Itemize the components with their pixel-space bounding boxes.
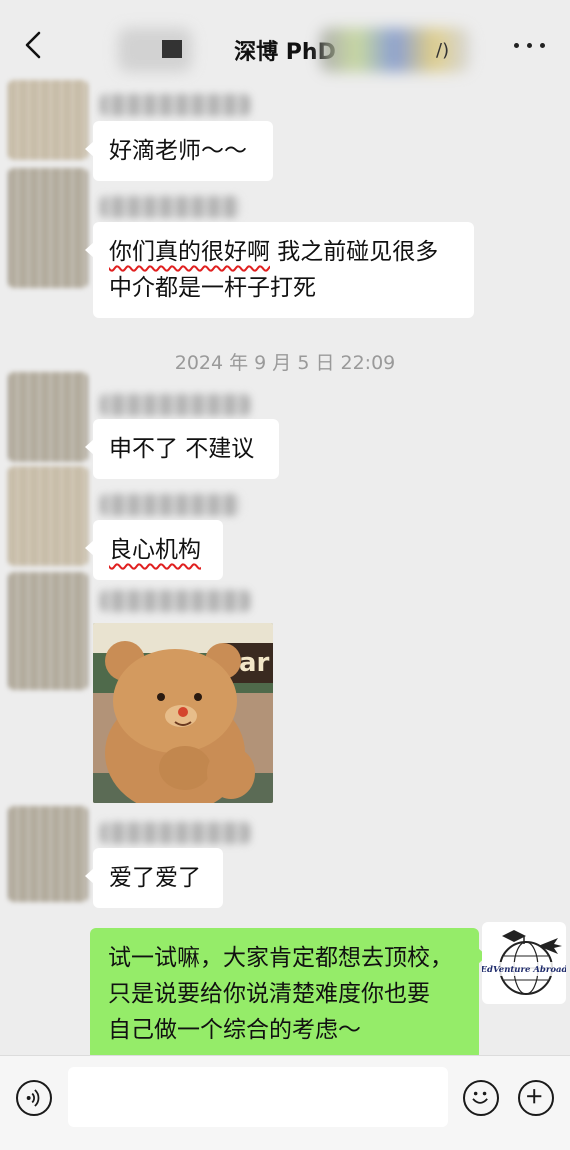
- my-message-bubble[interactable]: 试一试嘛，大家肯定都想去顶校， 只是说要给你说清楚难度你也要 自己做一个综合的考…: [90, 928, 487, 1060]
- avatar[interactable]: [8, 466, 88, 566]
- message-text: 中介都是一杆子打死: [109, 275, 316, 301]
- message-text-underlined: 良心机构: [109, 537, 201, 563]
- logo-text: EdVenture Abroad: [482, 965, 566, 975]
- message-bubble[interactable]: 良心机构: [85, 520, 223, 580]
- message-text: 好滴老师～～: [109, 138, 247, 164]
- sender-name: [100, 494, 240, 516]
- plus-sign-icon: [527, 1089, 542, 1104]
- avatar[interactable]: [8, 572, 88, 690]
- message-bubble[interactable]: 你们真的很好啊 我之前碰见很多 中介都是一杆子打死: [85, 222, 474, 318]
- timestamp: 2024 年 9 月 5 日 22:09: [174, 352, 396, 374]
- message-text: 试一试嘛，大家肯定都想去顶校，: [108, 945, 453, 971]
- message-text: 爱了爱了: [109, 865, 201, 891]
- message-text: 自己做一个综合的考虑～: [108, 1017, 361, 1043]
- message-bubble[interactable]: 好滴老师～～: [85, 121, 273, 181]
- voice-wave-icon: [26, 1089, 40, 1107]
- chat-title: 深博 PhD: [234, 40, 336, 65]
- sender-name: [100, 590, 250, 612]
- sticker-sign-text: ar: [239, 648, 270, 678]
- message-text-underlined: 你们真的很好啊: [109, 239, 270, 265]
- message-text: 只是说要给你说清楚难度你也要: [108, 981, 430, 1007]
- message-input[interactable]: [68, 1067, 448, 1127]
- smiley-face-icon: [472, 1091, 488, 1104]
- sender-name: [100, 822, 250, 844]
- emoji-icon[interactable]: [463, 1080, 499, 1116]
- globe-logo-icon: EdVenture Abroad: [482, 930, 566, 995]
- sender-name: [100, 196, 240, 218]
- input-bar: [0, 1055, 570, 1150]
- message-text: 我之前碰见很多: [270, 239, 439, 265]
- sender-name: [100, 394, 250, 416]
- voice-icon[interactable]: [16, 1080, 52, 1116]
- avatar[interactable]: [8, 372, 88, 462]
- chat-header: 深博 PhD /): [0, 0, 570, 94]
- sender-name: [100, 94, 250, 116]
- plus-icon[interactable]: [518, 1080, 554, 1116]
- message-bubble[interactable]: 申不了 不建议: [85, 419, 279, 479]
- my-avatar[interactable]: EdVenture Abroad: [482, 922, 566, 1004]
- title-suffix: /): [436, 40, 450, 61]
- avatar[interactable]: [8, 806, 88, 902]
- more-dots-icon[interactable]: [514, 40, 548, 50]
- avatar[interactable]: [8, 80, 88, 160]
- message-text: 申不了 不建议: [109, 436, 255, 462]
- avatar[interactable]: [8, 168, 88, 288]
- bear-sticker-image[interactable]: ar: [93, 623, 273, 803]
- message-bubble[interactable]: 爱了爱了: [85, 848, 223, 908]
